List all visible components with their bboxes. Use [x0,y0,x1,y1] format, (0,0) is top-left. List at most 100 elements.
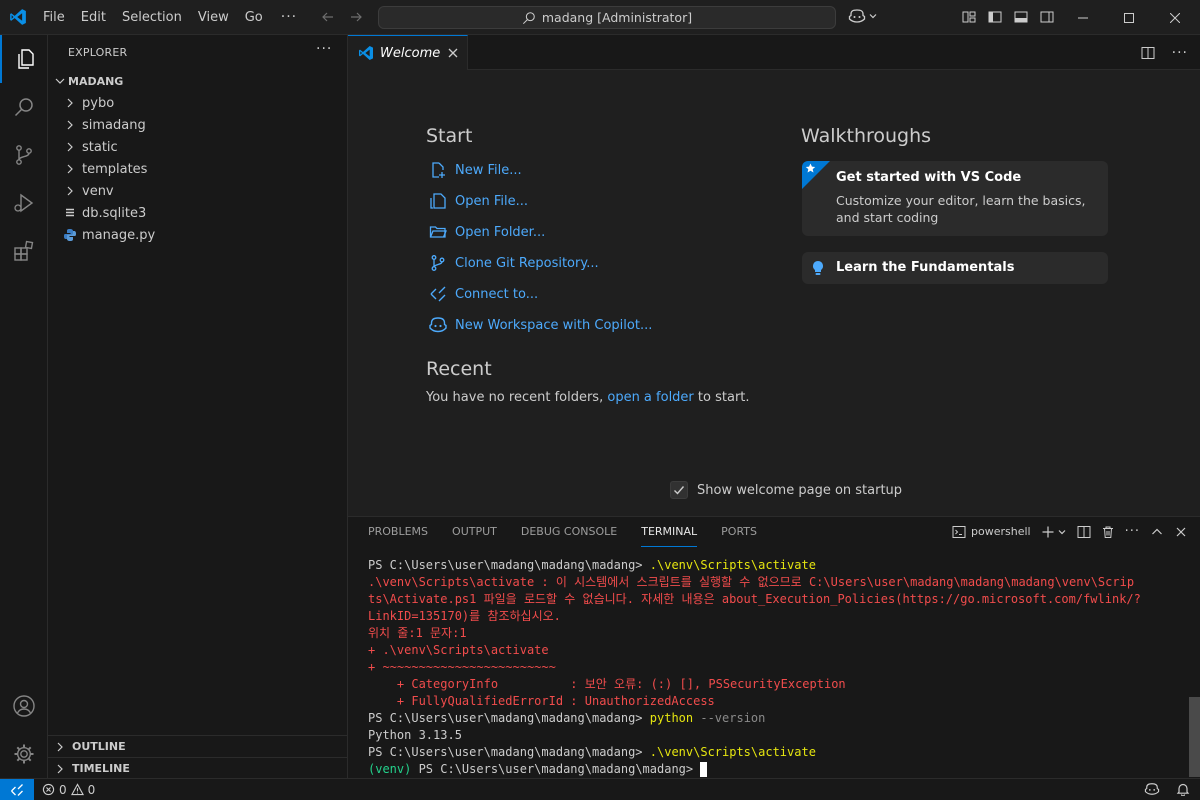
toggle-primary-sidebar-icon[interactable] [987,9,1003,25]
more-actions-button[interactable]: ··· [1125,524,1140,539]
toggle-secondary-sidebar-icon[interactable] [1039,9,1055,25]
walkthroughs-heading: Walkthroughs [801,125,932,147]
open-file-link[interactable]: Open File... [428,190,528,212]
tab-ports[interactable]: PORTS [721,517,757,547]
terminal-icon [952,525,966,539]
tree-item-venv[interactable]: venv [48,180,348,202]
workspace-folder-header[interactable]: MADANG [48,70,348,92]
layout-controls [961,9,1055,25]
tab-debug-console[interactable]: DEBUG CONSOLE [521,517,617,547]
trash-icon[interactable] [1101,525,1115,539]
search-activity[interactable] [0,83,48,131]
python-file-icon [62,227,78,243]
source-control-icon [12,143,36,167]
terminal-text-segment: + FullyQualifiedErrorId : UnauthorizedAc… [368,694,715,708]
chevron-down-icon [868,11,878,21]
terminal-text-segment: 위치 줄:1 문자:1 [368,626,467,640]
terminal-text-segment: .\venv\Scripts\activate [649,745,816,759]
chevron-right-icon [62,183,78,199]
close-icon[interactable] [1174,525,1188,539]
menu-more-button[interactable]: ··· [271,0,307,35]
tree-item-static[interactable]: static [48,136,348,158]
problems-indicator[interactable]: 0 0 [42,783,95,797]
open-file-label: Open File... [455,193,529,209]
sidebar-more-button[interactable]: ··· [316,41,332,57]
new-file-link[interactable]: New File... [428,159,522,181]
close-window-button[interactable] [1152,0,1198,35]
show-on-startup-label: Show welcome page on startup [697,482,903,498]
tree-item-label: manage.py [82,227,156,243]
more-actions-button[interactable]: ··· [1172,45,1188,61]
terminal-scrollbar[interactable] [1186,557,1200,779]
maximize-button[interactable] [1106,0,1152,35]
menu-selection[interactable]: Selection [114,0,190,35]
terminal-line: PS C:\Users\user\madang\madang\madang> .… [368,744,1180,761]
chevron-right-icon [52,739,72,755]
terminal-line: + FullyQualifiedErrorId : UnauthorizedAc… [368,693,1180,710]
terminal-shell-selector[interactable]: powershell [952,525,1031,539]
tab-output[interactable]: OUTPUT [452,517,497,547]
tree-item-label: static [82,139,118,155]
clone-git-link[interactable]: Clone Git Repository... [428,252,599,274]
notifications-bell-icon[interactable] [1176,782,1190,796]
panel-tabs: PROBLEMS OUTPUT DEBUG CONSOLE TERMINAL P… [368,517,757,547]
menu-file[interactable]: File [35,0,73,35]
clone-git-label: Clone Git Repository... [455,255,599,271]
terminal-output[interactable]: PS C:\Users\user\madang\madang\madang> .… [368,557,1180,778]
menu-view[interactable]: View [190,0,237,35]
terminal-line: + CategoryInfo : 보안 오류: (:) [], PSSecuri… [368,676,1180,693]
scrollbar-thumb[interactable] [1189,697,1200,777]
split-editor-icon[interactable] [1140,45,1156,61]
show-on-startup-checkbox[interactable] [670,481,688,499]
walkthrough-card-get-started[interactable]: Get started with VS Code Customize your … [802,161,1108,236]
toggle-panel-icon[interactable] [1013,9,1029,25]
tab-welcome[interactable]: Welcome [348,35,468,70]
tab-terminal[interactable]: TERMINAL [641,517,698,547]
database-file-icon [62,205,78,221]
open-folder-inline-link[interactable]: open a folder [607,390,693,405]
show-on-startup-option[interactable]: Show welcome page on startup [670,481,902,499]
chevron-down-icon [1057,527,1067,537]
menu-edit[interactable]: Edit [73,0,114,35]
customize-layout-icon[interactable] [961,9,977,25]
search-icon [12,95,36,119]
back-arrow-icon[interactable] [320,9,336,25]
open-folder-link[interactable]: Open Folder... [428,221,545,243]
forward-arrow-icon[interactable] [348,9,364,25]
accounts-activity[interactable] [0,682,48,730]
walkthrough-card-fundamentals[interactable]: Learn the Fundamentals [802,252,1108,284]
tree-item-simadang[interactable]: simadang [48,114,348,136]
new-terminal-button[interactable] [1041,525,1067,539]
tree-item-label: venv [82,183,114,199]
tab-problems[interactable]: PROBLEMS [368,517,428,547]
copilot-menu[interactable] [848,8,878,24]
timeline-section-header[interactable]: TIMELINE [48,757,348,779]
command-center-search[interactable]: madang [Administrator] [378,6,836,29]
menu-go[interactable]: Go [237,0,271,35]
recent-prefix: You have no recent folders, [426,390,604,405]
tree-item-manage-py[interactable]: manage.py [48,224,348,246]
explorer-activity[interactable] [0,35,48,83]
terminal-line: .\venv\Scripts\activate : 이 시스템에서 스크립트를 … [368,574,1180,591]
title-bar: File Edit Selection View Go ··· madang [… [0,0,1200,35]
menu-bar: File Edit Selection View Go ··· [35,0,307,35]
tree-item-db-sqlite3[interactable]: db.sqlite3 [48,202,348,224]
source-control-activity[interactable] [0,131,48,179]
extensions-activity[interactable] [0,227,48,275]
outline-section-header[interactable]: OUTLINE [48,735,348,757]
new-workspace-copilot-link[interactable]: New Workspace with Copilot... [428,314,652,336]
close-icon[interactable] [446,46,460,60]
minimize-button[interactable] [1060,0,1106,35]
chevron-down-icon [52,73,68,89]
open-file-icon [428,192,448,210]
tree-item-templates[interactable]: templates [48,158,348,180]
tree-item-pybo[interactable]: pybo [48,92,348,114]
remote-indicator[interactable] [0,778,34,800]
connect-to-link[interactable]: Connect to... [428,283,538,305]
copilot-status-icon[interactable] [1144,782,1160,796]
run-debug-activity[interactable] [0,179,48,227]
manage-activity[interactable] [0,730,48,778]
chevron-up-icon[interactable] [1150,525,1164,539]
split-terminal-icon[interactable] [1077,525,1091,539]
tab-label: Welcome [380,45,441,61]
